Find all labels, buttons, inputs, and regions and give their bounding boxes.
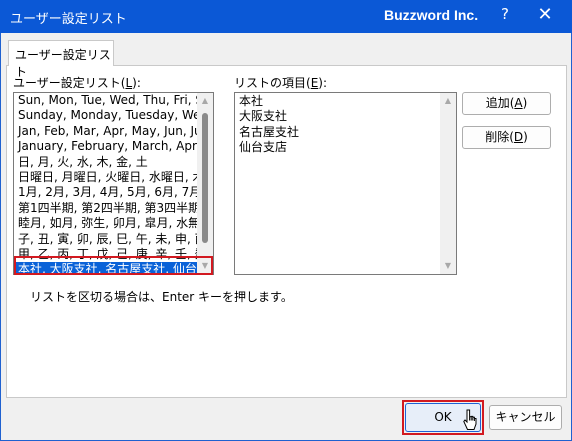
scroll-thumb[interactable] bbox=[202, 113, 208, 243]
list-entries-items: 本社 大阪支社 名古屋支社 仙台支店 bbox=[235, 93, 440, 156]
custom-list-item[interactable]: 甲, 乙, 丙, 丁, 戊, 己, 庚, 辛, 壬, 癸 bbox=[14, 247, 197, 262]
custom-list-item[interactable]: 第1四半期, 第2四半期, 第3四半期, bbox=[14, 201, 197, 216]
custom-lists-items: Sun, Mon, Tue, Wed, Thu, Fri, Sa Sunday, … bbox=[14, 93, 197, 274]
list-entry-line: 仙台支店 bbox=[239, 140, 288, 155]
dialog-client: ユーザー設定リスト ユーザー設定リスト(L): Sun, Mon, Tue, W… bbox=[0, 33, 572, 441]
custom-list-item[interactable]: 本社, 大阪支社, 名古屋支社, 仙台支 bbox=[14, 262, 197, 274]
delete-button[interactable]: 削除(D) bbox=[462, 126, 551, 149]
custom-list-item[interactable]: 子, 丑, 寅, 卯, 辰, 巳, 午, 未, 申, 酉 bbox=[14, 232, 197, 247]
list-entries-scrollbar[interactable]: ▲ ▼ bbox=[440, 93, 456, 274]
custom-lists-scrollbar[interactable]: ▲ ▼ bbox=[197, 93, 213, 274]
title-bar: ユーザー設定リスト Buzzword Inc. ? ✕ bbox=[0, 0, 572, 33]
hint-text: リストを区切る場合は、Enter キーを押します。 bbox=[30, 290, 293, 304]
custom-list-item[interactable]: Sunday, Monday, Tuesday, Wedr bbox=[14, 108, 197, 123]
list-entry-line: 本社 bbox=[239, 94, 264, 108]
list-entry-line: 名古屋支社 bbox=[239, 124, 300, 139]
scroll-up-arrow-icon[interactable]: ▲ bbox=[197, 93, 213, 109]
custom-list-item[interactable]: 1月, 2月, 3月, 4月, 5月, 6月, 7月, bbox=[14, 185, 197, 200]
scroll-up-arrow-icon[interactable]: ▲ bbox=[440, 93, 456, 109]
cancel-button[interactable]: キャンセル bbox=[489, 405, 562, 430]
window-title: ユーザー設定リスト bbox=[10, 12, 127, 27]
list-entry-line: 大阪支社 bbox=[239, 109, 288, 124]
scroll-down-arrow-icon[interactable]: ▼ bbox=[197, 258, 213, 274]
scroll-down-arrow-icon[interactable]: ▼ bbox=[440, 258, 456, 274]
custom-list-item[interactable]: January, February, March, April, bbox=[14, 139, 197, 154]
custom-list-item[interactable]: Sun, Mon, Tue, Wed, Thu, Fri, Sa bbox=[14, 93, 197, 108]
custom-lists-label: ユーザー設定リスト(L): bbox=[13, 76, 141, 90]
custom-list-item[interactable]: 日曜日, 月曜日, 火曜日, 水曜日, 木 bbox=[14, 170, 197, 185]
tab-custom-lists[interactable]: ユーザー設定リスト bbox=[8, 40, 114, 79]
add-button[interactable]: 追加(A) bbox=[462, 92, 551, 115]
custom-lists-listbox[interactable]: Sun, Mon, Tue, Wed, Thu, Fri, Sa Sunday, … bbox=[13, 92, 214, 275]
brand-label: Buzzword Inc. bbox=[384, 7, 479, 23]
help-button[interactable]: ? bbox=[492, 5, 518, 27]
custom-list-item[interactable]: Jan, Feb, Mar, Apr, May, Jun, Jul, bbox=[14, 124, 197, 139]
custom-list-item[interactable]: 睦月, 如月, 弥生, 卯月, 皐月, 水無月 bbox=[14, 216, 197, 231]
custom-list-item[interactable]: 日, 月, 火, 水, 木, 金, 土 bbox=[14, 155, 197, 170]
mouse-cursor-icon bbox=[463, 409, 477, 430]
close-button[interactable]: ✕ bbox=[530, 4, 560, 28]
list-entries-label: リストの項目(E): bbox=[234, 76, 328, 90]
list-entries-textbox[interactable]: 本社 大阪支社 名古屋支社 仙台支店 ▲ ▼ bbox=[234, 92, 457, 275]
